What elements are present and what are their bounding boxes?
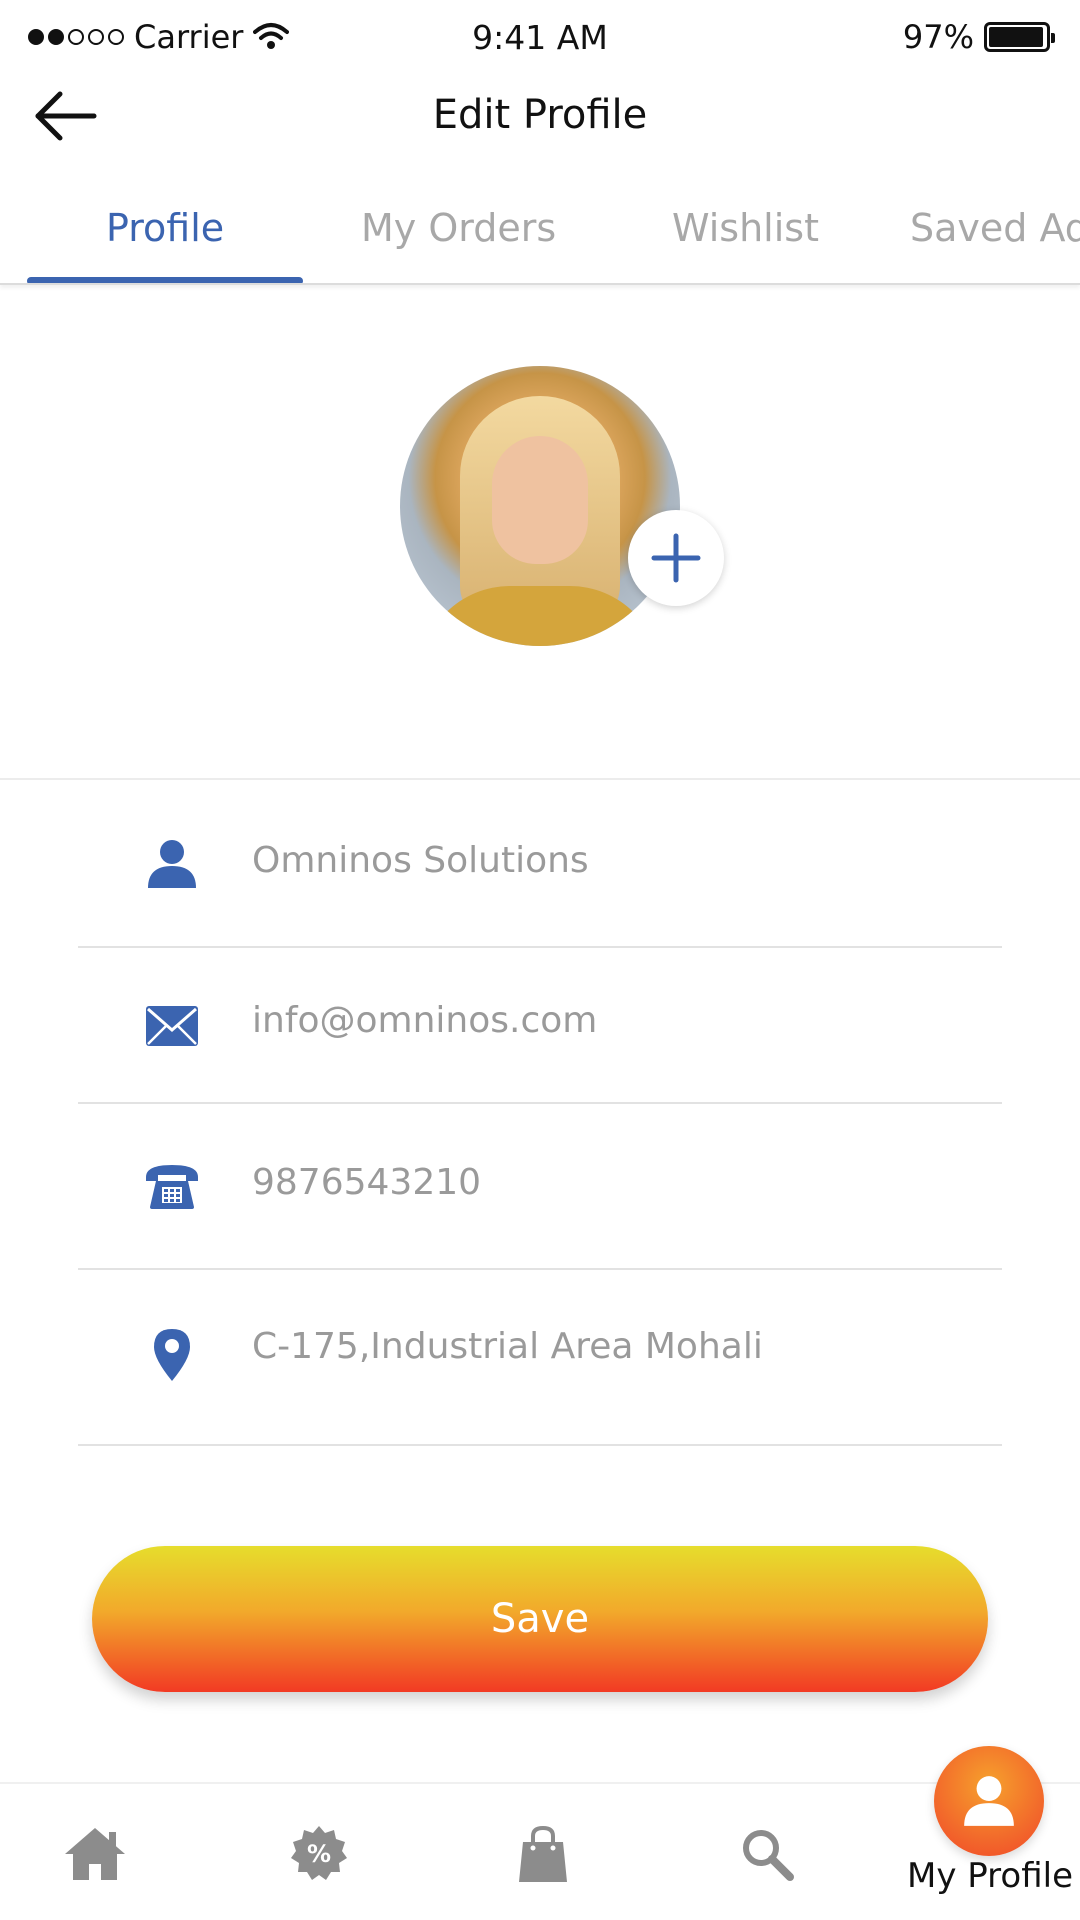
battery-icon — [984, 22, 1055, 52]
name-field[interactable] — [252, 840, 972, 881]
tab-profile[interactable]: Profile — [106, 206, 224, 250]
profile-icon — [964, 1776, 1014, 1826]
location-pin-icon — [144, 1326, 200, 1382]
name-row — [78, 780, 1002, 948]
status-right: 97% — [902, 18, 1055, 56]
person-icon — [144, 836, 200, 892]
phone-row — [78, 1104, 1002, 1270]
page-title: Edit Profile — [432, 92, 648, 138]
email-row — [78, 948, 1002, 1104]
tab-active-indicator — [27, 277, 303, 283]
home-icon — [65, 1828, 125, 1880]
address-row — [78, 1270, 1002, 1446]
battery-fill — [989, 27, 1044, 47]
plus-icon — [651, 533, 701, 583]
svg-text:%: % — [307, 1840, 331, 1868]
nav-cart[interactable] — [508, 1820, 578, 1888]
tab-saved-ad[interactable]: Saved Ad — [910, 206, 1080, 250]
phone-field[interactable] — [252, 1162, 972, 1203]
header: Edit Profile — [0, 78, 1080, 158]
shopping-bag-icon — [519, 1825, 567, 1882]
nav-search[interactable] — [732, 1822, 802, 1886]
address-field[interactable] — [252, 1326, 972, 1367]
nav-my-profile-label[interactable]: My Profile — [900, 1856, 1080, 1896]
save-button[interactable]: Save — [92, 1546, 988, 1692]
tab-wishlist[interactable]: Wishlist — [672, 206, 819, 250]
battery-percent: 97% — [902, 18, 974, 56]
email-field[interactable] — [252, 1000, 972, 1041]
nav-home[interactable] — [60, 1822, 130, 1886]
telephone-icon — [144, 1158, 200, 1214]
tab-bar: Profile My Orders Wishlist Saved Ad — [0, 180, 1080, 285]
avatar[interactable] — [400, 366, 680, 646]
tab-my-orders[interactable]: My Orders — [361, 206, 556, 250]
add-photo-button[interactable] — [628, 510, 724, 606]
avatar-face — [492, 436, 588, 564]
nav-offers[interactable]: % — [284, 1822, 354, 1886]
search-icon — [743, 1830, 794, 1881]
nav-my-profile[interactable] — [934, 1746, 1044, 1856]
envelope-icon — [144, 998, 200, 1054]
offers-icon: % — [291, 1826, 347, 1880]
save-button-label: Save — [490, 1596, 590, 1642]
avatar-shirt — [420, 586, 660, 646]
status-bar: Carrier 9:41 AM 97% — [0, 0, 1080, 78]
